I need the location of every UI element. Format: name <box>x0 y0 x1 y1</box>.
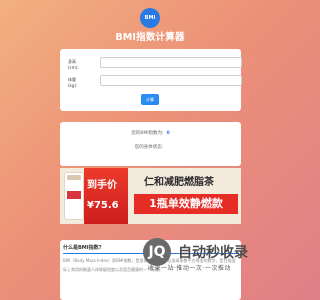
status-result-row: 您的身体状态: <box>60 144 241 150</box>
result-card: 您的BMI指数为: 0 您的身体状态: <box>60 122 241 166</box>
weight-label: 体重 (kg): <box>68 77 78 88</box>
ad-slogan: 1瓶单效静燃款 <box>134 194 238 214</box>
ad-headline: 仁和减肥燃脂茶 <box>144 177 214 188</box>
watermark-logo-icon: JQ <box>143 238 171 266</box>
product-label-shape <box>67 191 81 199</box>
bmi-result-value: 0 <box>166 131 170 136</box>
height-input[interactable] <box>100 57 242 68</box>
bmi-result-label: 您的BMI指数为: <box>131 131 164 136</box>
ad-price-block: 到手价 ¥75.6 <box>84 168 128 224</box>
watermark-title: 自动秒收录 <box>178 245 248 261</box>
bmi-result-row: 您的BMI指数为: 0 <box>60 130 241 136</box>
page-title: BMI指数计算器 <box>115 32 185 43</box>
ad-price-title: 到手价 <box>87 180 117 191</box>
status-result-label: 您的身体状态: <box>134 145 164 150</box>
info-title: 什么是BMI指数? <box>63 245 102 251</box>
calculate-button[interactable]: 计算 <box>141 94 159 105</box>
watermark-slogan: 收录一站·推动一次·一次推动 <box>148 265 231 272</box>
weight-input[interactable] <box>100 75 242 86</box>
bmi-logo: BMI <box>140 8 160 28</box>
product-cap-shape <box>67 175 81 180</box>
product-image <box>64 172 84 220</box>
height-label: 身高 (cm): <box>68 59 79 70</box>
ad-banner[interactable]: 到手价 ¥75.6 仁和减肥燃脂茶 1瓶单效静燃款 <box>60 168 241 224</box>
ad-price-value: ¥75.6 <box>87 200 119 211</box>
